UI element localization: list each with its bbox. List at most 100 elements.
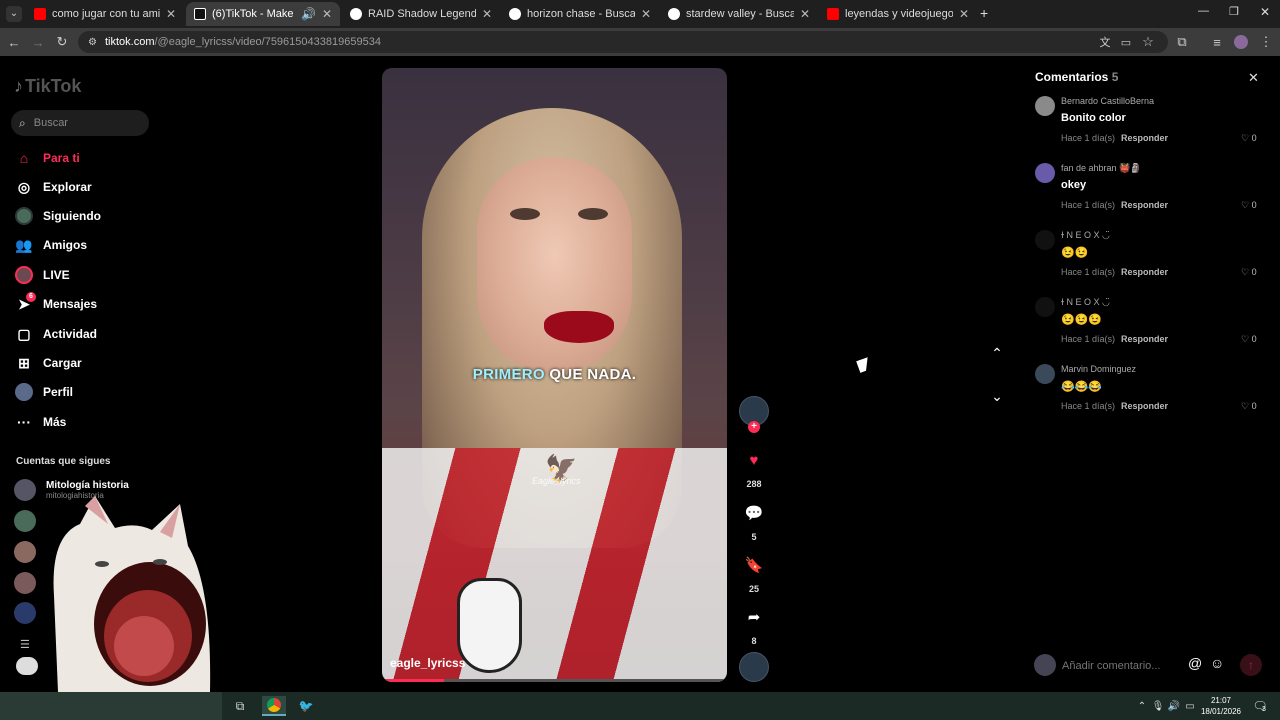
nav-profile[interactable]: Perfil: [14, 381, 73, 403]
comment-username[interactable]: Bernardo CastilloBerna: [1061, 96, 1154, 106]
close-tab-icon[interactable]: ✕: [641, 7, 651, 21]
search-icon: ⌕: [19, 115, 26, 130]
mute-tab-icon[interactable]: 🔊: [301, 7, 316, 21]
clock-date: 18/01/2026: [1200, 707, 1242, 716]
minimize-window-button[interactable]: —: [1198, 5, 1209, 17]
nav-upload[interactable]: ⊞ Cargar: [14, 352, 82, 374]
search-input[interactable]: ⌕ Buscar: [11, 110, 149, 136]
list-icon[interactable]: ☰: [20, 638, 30, 651]
caption-highlight: PRIMERO: [472, 366, 545, 383]
close-tab-icon[interactable]: ✕: [482, 7, 492, 21]
nav-following[interactable]: Siguiendo: [14, 205, 101, 227]
reply-button[interactable]: Responder: [1121, 334, 1168, 344]
close-tab-icon[interactable]: ✕: [166, 7, 176, 21]
video-player[interactable]: PRIMERO QUE NADA. 🦅 Eagle_lyrics eagle_l…: [382, 68, 727, 682]
close-tab-icon[interactable]: ✕: [959, 7, 969, 21]
comment-meta: Hace 1 día(s) Responder: [1061, 200, 1168, 210]
nav-explore[interactable]: ◎ Explorar: [14, 176, 92, 198]
comment-username[interactable]: ɫ N E O X ◡̈: [1061, 230, 1110, 241]
browser-tab[interactable]: stardew valley - Buscar con Go ✕: [660, 2, 818, 26]
close-tab-icon[interactable]: ✕: [800, 7, 810, 21]
emoji-icon[interactable]: ☺: [1210, 655, 1224, 671]
nav-messages[interactable]: ➤ 6 Mensajes: [14, 292, 97, 315]
save-button[interactable]: 🔖 25: [739, 556, 769, 594]
youtube-favicon-icon: [34, 8, 46, 20]
like-button[interactable]: ♥ 288: [739, 452, 769, 489]
share-button[interactable]: ➦ 8: [739, 608, 769, 646]
follow-plus-button[interactable]: +: [748, 421, 760, 433]
reload-icon[interactable]: ↻: [52, 32, 72, 52]
taskbar-clock[interactable]: 21:07 18/01/2026: [1196, 695, 1246, 717]
taskbar-search-box[interactable]: [0, 692, 222, 720]
live-icon: [14, 265, 34, 285]
comment-input[interactable]: [1062, 656, 1182, 676]
tiktok-logo[interactable]: ♪ TikTok: [14, 76, 81, 97]
browser-tab[interactable]: como jugar con tu amigo a hyt ✕: [26, 2, 184, 26]
comment-like-button[interactable]: ♡ 0: [1241, 133, 1257, 144]
comment-username[interactable]: ɫ N E O X ◡̈: [1061, 297, 1110, 308]
url-host: tiktok.com: [104, 36, 155, 48]
comment-like-button[interactable]: ♡ 0: [1241, 401, 1257, 412]
profile-avatar-icon[interactable]: [1231, 32, 1251, 52]
send-comment-button[interactable]: ↑: [1240, 654, 1262, 676]
close-tab-icon[interactable]: ✕: [322, 7, 332, 21]
notifications-icon[interactable]: 🗨 3: [1250, 696, 1270, 716]
comment-like-button[interactable]: ♡ 0: [1241, 200, 1257, 211]
nav-label: Perfil: [43, 385, 74, 399]
avatar: [1034, 654, 1056, 676]
media-control-icon[interactable]: ≡: [1207, 32, 1227, 52]
video-author[interactable]: eagle_lyricss: [390, 656, 465, 670]
avatar[interactable]: [1035, 96, 1055, 116]
avatar[interactable]: [1035, 297, 1055, 317]
previous-video-chevron-up-icon[interactable]: ⌃: [988, 345, 1006, 363]
video-watermark: Eagle_lyrics: [532, 476, 581, 486]
nav-more[interactable]: ··· Más: [14, 411, 66, 433]
comment-like-button[interactable]: ♡ 0: [1241, 334, 1257, 345]
bookmark-star-icon[interactable]: ☆: [1138, 32, 1158, 52]
task-view-icon[interactable]: ⧉: [230, 696, 250, 716]
reply-button[interactable]: Responder: [1121, 200, 1168, 210]
app-icon[interactable]: 🐦: [296, 696, 316, 716]
comment-like-button[interactable]: ♡ 0: [1241, 267, 1257, 278]
browser-tab[interactable]: horizon chase - Buscar con Go ✕: [501, 2, 659, 26]
close-window-button[interactable]: ✕: [1260, 5, 1270, 19]
close-comments-icon[interactable]: ✕: [1248, 70, 1259, 86]
browser-tab[interactable]: leyendas y videojuegos starde ✕: [819, 2, 977, 26]
sound-disc-avatar[interactable]: [739, 652, 769, 682]
comment-button[interactable]: 💬 5: [739, 504, 769, 542]
nav-for-you[interactable]: ⌂ Para ti: [14, 147, 80, 169]
site-info-icon[interactable]: ⚙: [88, 37, 97, 48]
extensions-icon[interactable]: ⧉: [1172, 32, 1192, 52]
reply-button[interactable]: Responder: [1121, 401, 1168, 411]
next-video-chevron-down-icon[interactable]: ⌄: [988, 388, 1006, 406]
cast-icon[interactable]: ▭: [1116, 32, 1136, 52]
avatar[interactable]: [1035, 364, 1055, 384]
comment-count: 5: [751, 532, 757, 542]
settings-toggle[interactable]: [16, 657, 38, 675]
browser-tab-active[interactable]: (6)TikTok - Make Your Day 🔊 ✕: [186, 2, 340, 26]
heart-outline-icon: ♡: [1241, 334, 1250, 344]
reply-button[interactable]: Responder: [1121, 133, 1168, 143]
chrome-app-icon[interactable]: [262, 696, 286, 716]
tab-search-button[interactable]: ⌄: [6, 6, 22, 22]
comment-username[interactable]: Marvin Dominguez: [1061, 364, 1136, 374]
nav-activity[interactable]: ▢ Actividad: [14, 323, 97, 345]
avatar[interactable]: [1035, 230, 1055, 250]
mention-icon[interactable]: @: [1188, 655, 1202, 671]
restore-window-button[interactable]: ❐: [1229, 5, 1239, 18]
address-bar[interactable]: ⚙ tiktok.com/@eagle_lyricss/video/759615…: [78, 31, 1168, 53]
translate-icon[interactable]: 文: [1095, 32, 1115, 52]
nav-live[interactable]: LIVE: [14, 264, 70, 286]
new-tab-button[interactable]: +: [980, 5, 988, 21]
share-arrow-icon: ➦: [747, 609, 761, 626]
comment-text: 😉😉😉: [1061, 314, 1103, 326]
video-progress-bar[interactable]: [382, 679, 727, 682]
reply-button[interactable]: Responder: [1121, 267, 1168, 277]
comment-username[interactable]: fan de ahbran 👹🗿: [1061, 163, 1141, 174]
avatar[interactable]: [1035, 163, 1055, 183]
nav-friends[interactable]: 👥 Amigos: [14, 234, 87, 256]
browser-menu-icon[interactable]: ⋮: [1256, 32, 1276, 52]
forward-icon[interactable]: →: [28, 32, 48, 52]
back-icon[interactable]: ←: [4, 32, 24, 52]
browser-tab[interactable]: RAID Shadow Legends - Busca ✕: [342, 2, 500, 26]
